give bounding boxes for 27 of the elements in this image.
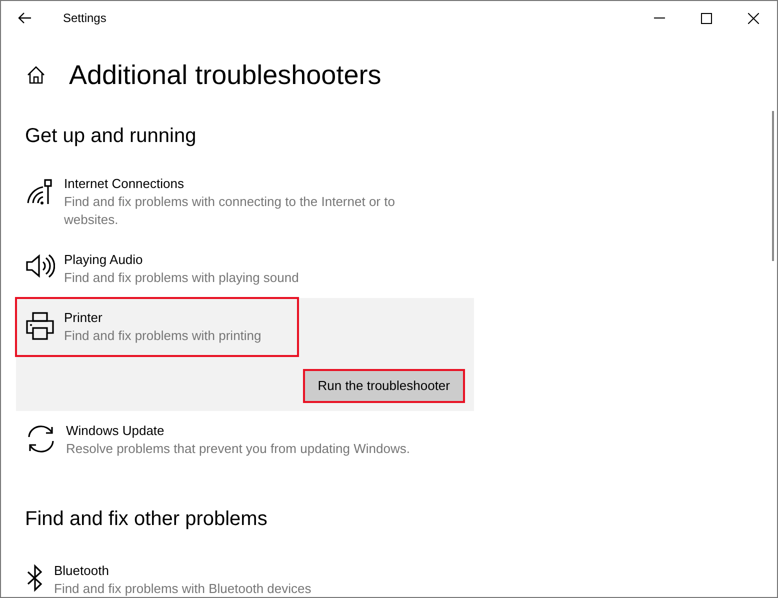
run-troubleshooter-button[interactable]: Run the troubleshooter: [302, 369, 465, 403]
section-heading: Find and fix other problems: [25, 507, 268, 532]
item-title: Bluetooth: [54, 562, 110, 580]
wifi-icon: [25, 177, 55, 207]
home-button[interactable]: [26, 65, 46, 85]
maximize-icon: [701, 12, 712, 24]
back-arrow-icon: [18, 12, 32, 24]
window-title: Settings: [63, 10, 106, 27]
item-description: Find and fix problems with printing: [64, 327, 262, 345]
home-icon: [27, 66, 45, 84]
bluetooth-icon: [25, 564, 45, 592]
item-title: Internet Connections: [64, 175, 185, 193]
speaker-icon: [25, 253, 55, 279]
refresh-icon: [25, 424, 57, 454]
item-description: Find and fix problems with playing sound: [64, 269, 300, 287]
minimize-icon: [654, 17, 665, 19]
item-title: Windows Update: [66, 422, 166, 440]
page-title: Additional troubleshooters: [69, 59, 382, 92]
troubleshooter-item[interactable]: Printer Find and fix problems with printing Run the troubleshooter: [16, 298, 474, 411]
close-icon: [748, 12, 759, 24]
item-description: Find and fix problems with Bluetooth devices: [54, 580, 312, 597]
section-heading: Get up and running: [25, 124, 198, 149]
item-description: Resolve problems that prevent you from updating Windows.: [66, 440, 411, 458]
item-title: Printer: [64, 309, 104, 327]
item-title: Playing Audio: [64, 251, 144, 269]
item-description: Find and fix problems with connecting to the Internet or to websites.: [64, 193, 396, 229]
printer-icon: [25, 311, 55, 341]
